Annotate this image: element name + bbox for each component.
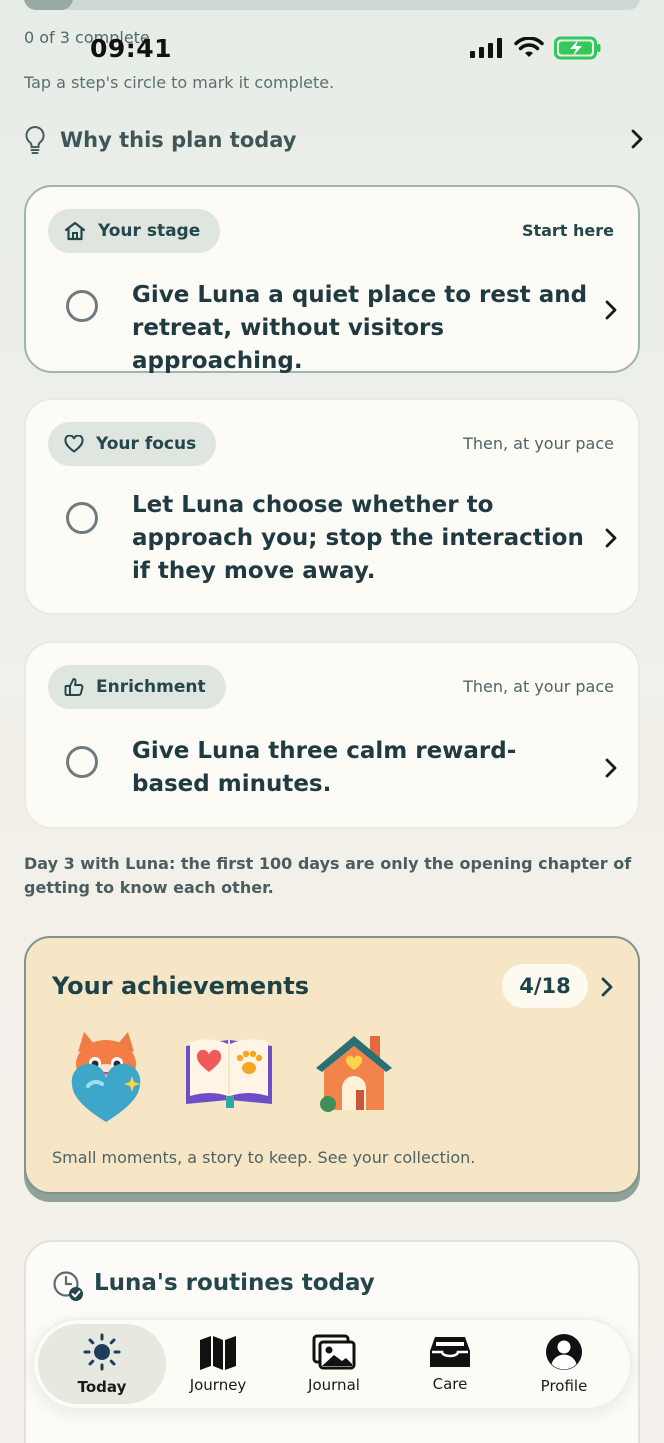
lightbulb-icon [25, 125, 45, 154]
tab-today[interactable]: Today [38, 1324, 166, 1404]
chevron-right-icon [605, 528, 617, 548]
step-tag-label: Your stage [98, 221, 201, 241]
step-text: Give Luna a quiet place to rest and retr… [132, 282, 588, 374]
step-tag-label: Your focus [96, 434, 197, 454]
step-card-focus[interactable]: Your focus Then, at your pace Let Luna c… [24, 398, 640, 615]
tab-bar: Today Journey Journal Care Profile [32, 1318, 632, 1410]
routines-title: Luna's routines today [94, 1270, 375, 1296]
chevron-right-icon [631, 129, 643, 149]
step-tag: Your stage [48, 209, 221, 253]
achievement-badges [66, 1030, 396, 1126]
tab-profile[interactable]: Profile [500, 1324, 628, 1404]
chevron-right-icon [601, 977, 613, 997]
step-complete-toggle[interactable] [66, 290, 98, 322]
cat-heart-icon [71, 1032, 141, 1122]
tab-label: Profile [540, 1377, 588, 1395]
status-time: 09:41 [90, 34, 173, 63]
person-icon [546, 1334, 582, 1370]
achievements-title: Your achievements [52, 972, 310, 1000]
step-text: Let Luna choose whether to approach you;… [132, 492, 584, 584]
step-meta: Start here [521, 221, 614, 240]
battery-icon [554, 36, 601, 60]
house-icon [64, 221, 86, 241]
step-tag: Enrichment [48, 665, 226, 709]
tab-journey[interactable]: Journey [154, 1324, 282, 1404]
progress-bar [24, 0, 640, 10]
map-icon [200, 1336, 236, 1370]
achievements-card[interactable]: Your achievements 4/18 Small moments, a … [24, 936, 640, 1194]
clock-check-icon [53, 1271, 83, 1301]
cellular-signal-icon [470, 38, 502, 58]
why-plan-label: Why this plan today [60, 128, 297, 152]
step-complete-toggle[interactable] [66, 502, 98, 534]
tab-label: Journey [189, 1376, 247, 1394]
why-plan-row[interactable]: Why this plan today [24, 120, 644, 160]
wifi-icon [514, 37, 544, 57]
step-meta: Then, at your pace [463, 434, 614, 453]
step-tag-label: Enrichment [96, 677, 206, 697]
step-text: Give Luna three calm reward-based minute… [132, 738, 517, 797]
chevron-right-icon [605, 300, 617, 320]
hint-text: Tap a step's circle to mark it complete. [24, 73, 335, 92]
chevron-right-icon [605, 758, 617, 778]
tray-icon [430, 1337, 470, 1367]
thumbs-up-icon [64, 678, 84, 696]
sun-icon [83, 1333, 121, 1371]
status-icons [470, 36, 602, 60]
tab-label: Care [432, 1375, 468, 1393]
step-card-enrichment[interactable]: Enrichment Then, at your pace Give Luna … [24, 641, 640, 829]
day-note: Day 3 with Luna: the first 100 days are … [24, 854, 632, 897]
step-meta: Then, at your pace [463, 677, 614, 696]
step-card-stage[interactable]: Your stage Start here Give Luna a quiet … [24, 185, 640, 374]
photos-icon [312, 1334, 356, 1370]
home-icon [316, 1036, 392, 1112]
achievements-count: 4/18 [502, 964, 588, 1008]
tab-journal[interactable]: Journal [270, 1324, 398, 1404]
tab-label: Journal [308, 1376, 360, 1394]
step-tag: Your focus [48, 422, 217, 466]
tab-care[interactable]: Care [386, 1324, 514, 1404]
progress-bar-fill [24, 0, 74, 10]
paw-book-icon [186, 1039, 272, 1108]
step-complete-toggle[interactable] [66, 746, 98, 778]
achievements-footer: Small moments, a story to keep. See your… [52, 1148, 476, 1167]
heart-icon [64, 435, 84, 453]
tab-label: Today [77, 1378, 127, 1396]
